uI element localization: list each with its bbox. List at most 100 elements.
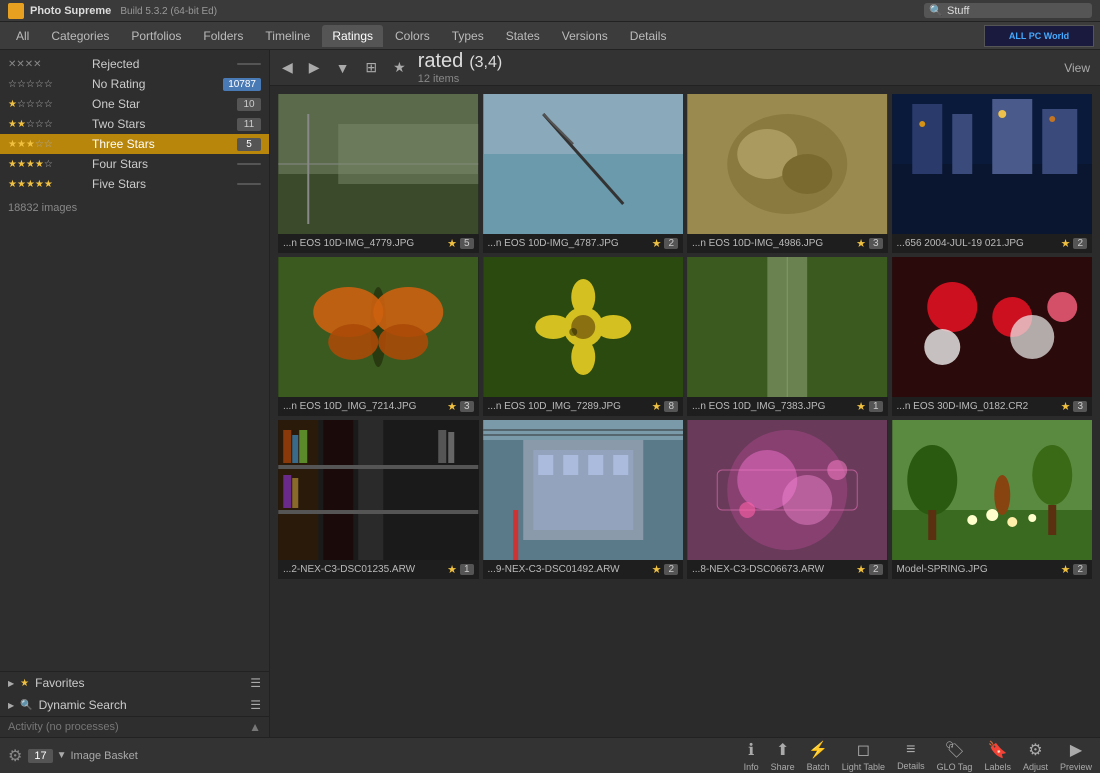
image-filename-9: ...9-NEX-C3-DSC01492.ARW: [488, 564, 649, 575]
image-star-7: ★: [1061, 400, 1071, 413]
bottom-toolbar: ⚙ 17 ▼ Image Basket ℹ Info ⬆ Share ⚡ Bat…: [0, 737, 1100, 773]
image-count-5: 8: [664, 401, 678, 412]
stars-five-stars: ★★★★★: [8, 179, 88, 190]
view-button[interactable]: View: [1062, 59, 1092, 77]
bottom-actions: ℹ Info ⬆ Share ⚡ Batch ◻ Light Table ≡ D…: [744, 740, 1092, 772]
adjust-label: Adjust: [1023, 762, 1048, 772]
tab-portfolios[interactable]: Portfolios: [121, 25, 191, 47]
favorites-arrow: ▶: [8, 679, 14, 688]
image-caption-5: ...n EOS 10D_IMG_7289.JPG ★ 8: [483, 397, 684, 416]
settings-icon[interactable]: ⚙: [8, 746, 22, 766]
rating-row-five-stars[interactable]: ★★★★★ Five Stars: [0, 174, 269, 194]
image-star-4: ★: [447, 400, 457, 413]
activity-bar: Activity (no processes) ▲: [0, 716, 269, 737]
image-caption-2: ...n EOS 10D-IMG_4986.JPG ★ 3: [687, 234, 888, 253]
image-item-2[interactable]: ...n EOS 10D-IMG_4986.JPG ★ 3: [687, 94, 888, 253]
image-star-2: ★: [856, 237, 866, 250]
label-rejected: Rejected: [92, 57, 233, 71]
favorites-star-icon: ★: [20, 678, 29, 689]
label-one-star: One Star: [92, 97, 233, 111]
label-four-stars: Four Stars: [92, 157, 233, 171]
label-three-stars: Three Stars: [92, 137, 233, 151]
app-icon: [8, 3, 24, 19]
image-star-10: ★: [856, 563, 866, 576]
image-count-11: 2: [1073, 564, 1087, 575]
basket-count: 17: [28, 749, 52, 763]
details-icon: ≡: [906, 741, 915, 759]
light-table-label: Light Table: [842, 762, 885, 772]
image-count-10: 2: [869, 564, 883, 575]
image-item-10[interactable]: ...8-NEX-C3-DSC06673.ARW ★ 2: [687, 420, 888, 579]
image-caption-6: ...n EOS 10D_IMG_7383.JPG ★ 1: [687, 397, 888, 416]
image-count-9: 2: [664, 564, 678, 575]
tab-folders[interactable]: Folders: [193, 25, 253, 47]
rating-row-one-star[interactable]: ★☆☆☆☆ One Star 10: [0, 94, 269, 114]
image-item-9[interactable]: ...9-NEX-C3-DSC01492.ARW ★ 2: [483, 420, 684, 579]
image-count-6: 1: [869, 401, 883, 412]
tab-types[interactable]: Types: [442, 25, 494, 47]
count-rejected: [237, 63, 261, 65]
back-button[interactable]: ◀: [278, 57, 297, 78]
rating-row-rejected[interactable]: ✕✕✕✕ Rejected: [0, 54, 269, 74]
stack-button[interactable]: ⊞: [361, 57, 381, 78]
search-bar[interactable]: 🔍: [924, 3, 1092, 18]
stars-no-rating: ☆☆☆☆☆: [8, 79, 88, 90]
ad-banner: ALL PC World: [984, 25, 1094, 47]
count-four-stars: [237, 163, 261, 165]
image-filename-7: ...n EOS 30D-IMG_0182.CR2: [897, 401, 1058, 412]
dynamic-search-menu-icon[interactable]: ☰: [250, 698, 261, 712]
glo-tag-action[interactable]: 🏷 GLO Tag: [937, 740, 973, 772]
rating-row-four-stars[interactable]: ★★★★☆ Four Stars: [0, 154, 269, 174]
adjust-action[interactable]: ⚙ Adjust: [1023, 740, 1048, 772]
basket-arrow: ▼: [57, 750, 67, 761]
batch-action[interactable]: ⚡ Batch: [807, 740, 830, 772]
tab-timeline[interactable]: Timeline: [255, 25, 320, 47]
image-filename-10: ...8-NEX-C3-DSC06673.ARW: [692, 564, 853, 575]
tab-colors[interactable]: Colors: [385, 25, 440, 47]
info-action[interactable]: ℹ Info: [744, 740, 759, 772]
share-action[interactable]: ⬆ Share: [771, 740, 795, 772]
rating-row-three-stars[interactable]: ★★★☆☆ Three Stars 5: [0, 134, 269, 154]
activity-expand-icon[interactable]: ▲: [249, 720, 261, 734]
image-item-4[interactable]: ...n EOS 10D_IMG_7214.JPG ★ 3: [278, 257, 479, 416]
image-count-8: 1: [460, 564, 474, 575]
image-item-3[interactable]: ...656 2004-JUL-19 021.JPG ★ 2: [892, 94, 1093, 253]
tab-versions[interactable]: Versions: [552, 25, 618, 47]
image-star-9: ★: [652, 563, 662, 576]
preview-label: Preview: [1060, 762, 1092, 772]
image-item-1[interactable]: ...n EOS 10D-IMG_4787.JPG ★ 2: [483, 94, 684, 253]
tab-details[interactable]: Details: [620, 25, 677, 47]
tab-all[interactable]: All: [6, 25, 39, 47]
search-input[interactable]: [947, 5, 1087, 17]
image-filename-2: ...n EOS 10D-IMG_4986.JPG: [692, 238, 853, 249]
tab-categories[interactable]: Categories: [41, 25, 119, 47]
favorites-item[interactable]: ▶ ★ Favorites ☰: [0, 672, 269, 694]
dynamic-search-item[interactable]: ▶ 🔍 Dynamic Search ☰: [0, 694, 269, 716]
image-star-11: ★: [1061, 563, 1071, 576]
star-filter-button[interactable]: ★: [389, 57, 410, 78]
image-count-2: 3: [869, 238, 883, 249]
favorites-menu-icon[interactable]: ☰: [250, 676, 261, 690]
image-item-5[interactable]: ...n EOS 10D_IMG_7289.JPG ★ 8: [483, 257, 684, 416]
preview-action[interactable]: ▶ Preview: [1060, 740, 1092, 772]
tab-states[interactable]: States: [496, 25, 550, 47]
app-subtitle: Build 5.3.2 (64-bit Ed): [120, 6, 217, 17]
image-item-0[interactable]: ...n EOS 10D-IMG_4779.JPG ★ 5: [278, 94, 479, 253]
forward-button[interactable]: ▶: [305, 57, 324, 78]
image-item-7[interactable]: ...n EOS 30D-IMG_0182.CR2 ★ 3: [892, 257, 1093, 416]
info-icon: ℹ: [748, 740, 754, 760]
labels-action[interactable]: 🔖 Labels: [984, 740, 1011, 772]
rating-row-two-stars[interactable]: ★★☆☆☆ Two Stars 11: [0, 114, 269, 134]
image-basket[interactable]: 17 ▼ Image Basket: [28, 749, 137, 763]
rating-row-no-rating[interactable]: ☆☆☆☆☆ No Rating 10787: [0, 74, 269, 94]
details-action[interactable]: ≡ Details: [897, 741, 925, 771]
image-count-3: 2: [1073, 238, 1087, 249]
image-item-11[interactable]: Model-SPRING.JPG ★ 2: [892, 420, 1093, 579]
image-item-6[interactable]: ...n EOS 10D_IMG_7383.JPG ★ 1: [687, 257, 888, 416]
light-table-action[interactable]: ◻ Light Table: [842, 740, 885, 772]
image-item-8[interactable]: ...2-NEX-C3-DSC01235.ARW ★ 1: [278, 420, 479, 579]
filter-button[interactable]: ▼: [332, 58, 354, 78]
tab-ratings[interactable]: Ratings: [322, 25, 383, 47]
image-star-1: ★: [652, 237, 662, 250]
image-grid: ...n EOS 10D-IMG_4779.JPG ★ 5 ...n EOS 1…: [270, 86, 1100, 737]
